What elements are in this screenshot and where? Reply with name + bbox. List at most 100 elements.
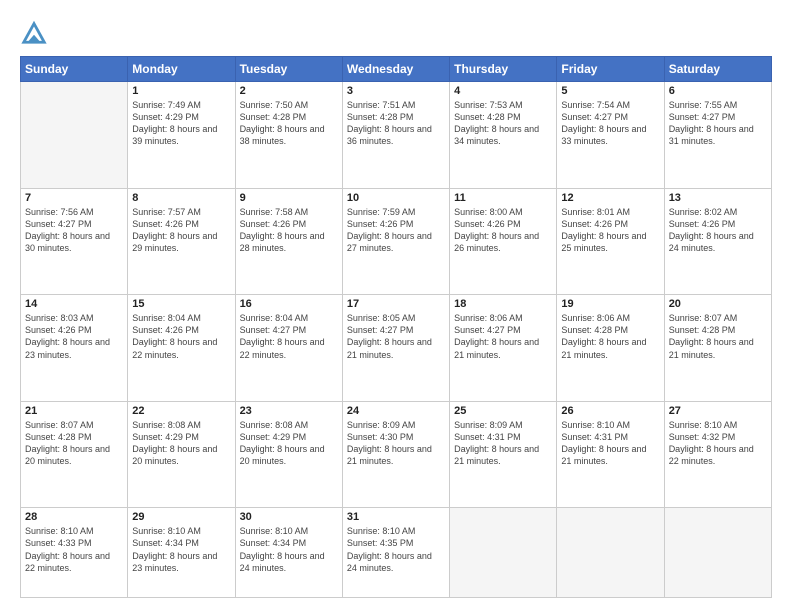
day-number: 10 xyxy=(347,192,445,204)
cell-content: 24Sunrise: 8:09 AMSunset: 4:30 PMDayligh… xyxy=(347,405,445,468)
daylight-line2: 22 minutes. xyxy=(240,349,338,361)
cell-content: 12Sunrise: 8:01 AMSunset: 4:26 PMDayligh… xyxy=(561,192,659,255)
calendar-cell: 1Sunrise: 7:49 AMSunset: 4:29 PMDaylight… xyxy=(128,82,235,189)
calendar-cell: 10Sunrise: 7:59 AMSunset: 4:26 PMDayligh… xyxy=(342,188,449,295)
calendar-cell: 29Sunrise: 8:10 AMSunset: 4:34 PMDayligh… xyxy=(128,508,235,598)
cell-content: 20Sunrise: 8:07 AMSunset: 4:28 PMDayligh… xyxy=(669,298,767,361)
calendar-week-row: 28Sunrise: 8:10 AMSunset: 4:33 PMDayligh… xyxy=(21,508,772,598)
sunrise-line: Sunrise: 8:07 AM xyxy=(25,419,123,431)
calendar-cell: 22Sunrise: 8:08 AMSunset: 4:29 PMDayligh… xyxy=(128,401,235,508)
sunrise-line: Sunrise: 8:03 AM xyxy=(25,312,123,324)
day-number: 28 xyxy=(25,511,123,523)
day-number: 31 xyxy=(347,511,445,523)
day-number: 5 xyxy=(561,85,659,97)
cell-content: 15Sunrise: 8:04 AMSunset: 4:26 PMDayligh… xyxy=(132,298,230,361)
cell-content: 2Sunrise: 7:50 AMSunset: 4:28 PMDaylight… xyxy=(240,85,338,148)
daylight-line1: Daylight: 8 hours and xyxy=(669,443,767,455)
day-number: 24 xyxy=(347,405,445,417)
sunset-line: Sunset: 4:31 PM xyxy=(454,431,552,443)
day-number: 12 xyxy=(561,192,659,204)
day-number: 11 xyxy=(454,192,552,204)
cell-content: 21Sunrise: 8:07 AMSunset: 4:28 PMDayligh… xyxy=(25,405,123,468)
cell-content: 6Sunrise: 7:55 AMSunset: 4:27 PMDaylight… xyxy=(669,85,767,148)
calendar-cell: 11Sunrise: 8:00 AMSunset: 4:26 PMDayligh… xyxy=(450,188,557,295)
sunset-line: Sunset: 4:26 PM xyxy=(669,218,767,230)
calendar-day-header: Monday xyxy=(128,57,235,82)
calendar-cell: 3Sunrise: 7:51 AMSunset: 4:28 PMDaylight… xyxy=(342,82,449,189)
daylight-line1: Daylight: 8 hours and xyxy=(347,336,445,348)
day-number: 22 xyxy=(132,405,230,417)
daylight-line1: Daylight: 8 hours and xyxy=(561,123,659,135)
calendar-table: SundayMondayTuesdayWednesdayThursdayFrid… xyxy=(20,56,772,598)
daylight-line1: Daylight: 8 hours and xyxy=(25,336,123,348)
calendar-week-row: 1Sunrise: 7:49 AMSunset: 4:29 PMDaylight… xyxy=(21,82,772,189)
sunrise-line: Sunrise: 7:54 AM xyxy=(561,99,659,111)
sunset-line: Sunset: 4:28 PM xyxy=(669,324,767,336)
calendar-cell: 5Sunrise: 7:54 AMSunset: 4:27 PMDaylight… xyxy=(557,82,664,189)
day-number: 9 xyxy=(240,192,338,204)
cell-content: 26Sunrise: 8:10 AMSunset: 4:31 PMDayligh… xyxy=(561,405,659,468)
sunset-line: Sunset: 4:29 PM xyxy=(240,431,338,443)
daylight-line1: Daylight: 8 hours and xyxy=(25,550,123,562)
header xyxy=(20,18,772,46)
cell-content: 4Sunrise: 7:53 AMSunset: 4:28 PMDaylight… xyxy=(454,85,552,148)
daylight-line1: Daylight: 8 hours and xyxy=(240,336,338,348)
logo-icon xyxy=(20,18,48,46)
daylight-line1: Daylight: 8 hours and xyxy=(240,550,338,562)
calendar-day-header: Friday xyxy=(557,57,664,82)
day-number: 23 xyxy=(240,405,338,417)
daylight-line2: 26 minutes. xyxy=(454,242,552,254)
daylight-line1: Daylight: 8 hours and xyxy=(240,443,338,455)
cell-content: 19Sunrise: 8:06 AMSunset: 4:28 PMDayligh… xyxy=(561,298,659,361)
sunrise-line: Sunrise: 8:10 AM xyxy=(132,525,230,537)
calendar-cell: 14Sunrise: 8:03 AMSunset: 4:26 PMDayligh… xyxy=(21,295,128,402)
sunrise-line: Sunrise: 7:51 AM xyxy=(347,99,445,111)
calendar-cell: 16Sunrise: 8:04 AMSunset: 4:27 PMDayligh… xyxy=(235,295,342,402)
sunset-line: Sunset: 4:26 PM xyxy=(240,218,338,230)
daylight-line1: Daylight: 8 hours and xyxy=(669,230,767,242)
daylight-line1: Daylight: 8 hours and xyxy=(347,550,445,562)
daylight-line2: 31 minutes. xyxy=(669,135,767,147)
sunrise-line: Sunrise: 8:10 AM xyxy=(240,525,338,537)
calendar-cell: 7Sunrise: 7:56 AMSunset: 4:27 PMDaylight… xyxy=(21,188,128,295)
day-number: 18 xyxy=(454,298,552,310)
calendar-cell xyxy=(21,82,128,189)
daylight-line1: Daylight: 8 hours and xyxy=(454,336,552,348)
day-number: 30 xyxy=(240,511,338,523)
cell-content: 7Sunrise: 7:56 AMSunset: 4:27 PMDaylight… xyxy=(25,192,123,255)
calendar-cell: 24Sunrise: 8:09 AMSunset: 4:30 PMDayligh… xyxy=(342,401,449,508)
daylight-line1: Daylight: 8 hours and xyxy=(347,123,445,135)
daylight-line2: 22 minutes. xyxy=(669,455,767,467)
daylight-line1: Daylight: 8 hours and xyxy=(347,230,445,242)
calendar-day-header: Sunday xyxy=(21,57,128,82)
daylight-line2: 22 minutes. xyxy=(132,349,230,361)
sunset-line: Sunset: 4:35 PM xyxy=(347,537,445,549)
daylight-line2: 21 minutes. xyxy=(561,349,659,361)
daylight-line1: Daylight: 8 hours and xyxy=(454,443,552,455)
sunset-line: Sunset: 4:28 PM xyxy=(347,111,445,123)
sunrise-line: Sunrise: 8:04 AM xyxy=(132,312,230,324)
sunrise-line: Sunrise: 8:00 AM xyxy=(454,206,552,218)
day-number: 7 xyxy=(25,192,123,204)
daylight-line2: 21 minutes. xyxy=(454,455,552,467)
cell-content: 25Sunrise: 8:09 AMSunset: 4:31 PMDayligh… xyxy=(454,405,552,468)
daylight-line1: Daylight: 8 hours and xyxy=(25,443,123,455)
sunset-line: Sunset: 4:29 PM xyxy=(132,111,230,123)
sunset-line: Sunset: 4:27 PM xyxy=(669,111,767,123)
sunset-line: Sunset: 4:28 PM xyxy=(240,111,338,123)
sunrise-line: Sunrise: 7:58 AM xyxy=(240,206,338,218)
daylight-line1: Daylight: 8 hours and xyxy=(347,443,445,455)
cell-content: 1Sunrise: 7:49 AMSunset: 4:29 PMDaylight… xyxy=(132,85,230,148)
day-number: 21 xyxy=(25,405,123,417)
cell-content: 31Sunrise: 8:10 AMSunset: 4:35 PMDayligh… xyxy=(347,511,445,574)
calendar-cell: 25Sunrise: 8:09 AMSunset: 4:31 PMDayligh… xyxy=(450,401,557,508)
daylight-line1: Daylight: 8 hours and xyxy=(132,230,230,242)
day-number: 29 xyxy=(132,511,230,523)
sunrise-line: Sunrise: 8:01 AM xyxy=(561,206,659,218)
sunrise-line: Sunrise: 8:10 AM xyxy=(561,419,659,431)
daylight-line2: 23 minutes. xyxy=(25,349,123,361)
sunrise-line: Sunrise: 7:56 AM xyxy=(25,206,123,218)
calendar-cell: 28Sunrise: 8:10 AMSunset: 4:33 PMDayligh… xyxy=(21,508,128,598)
sunrise-line: Sunrise: 7:50 AM xyxy=(240,99,338,111)
daylight-line2: 33 minutes. xyxy=(561,135,659,147)
